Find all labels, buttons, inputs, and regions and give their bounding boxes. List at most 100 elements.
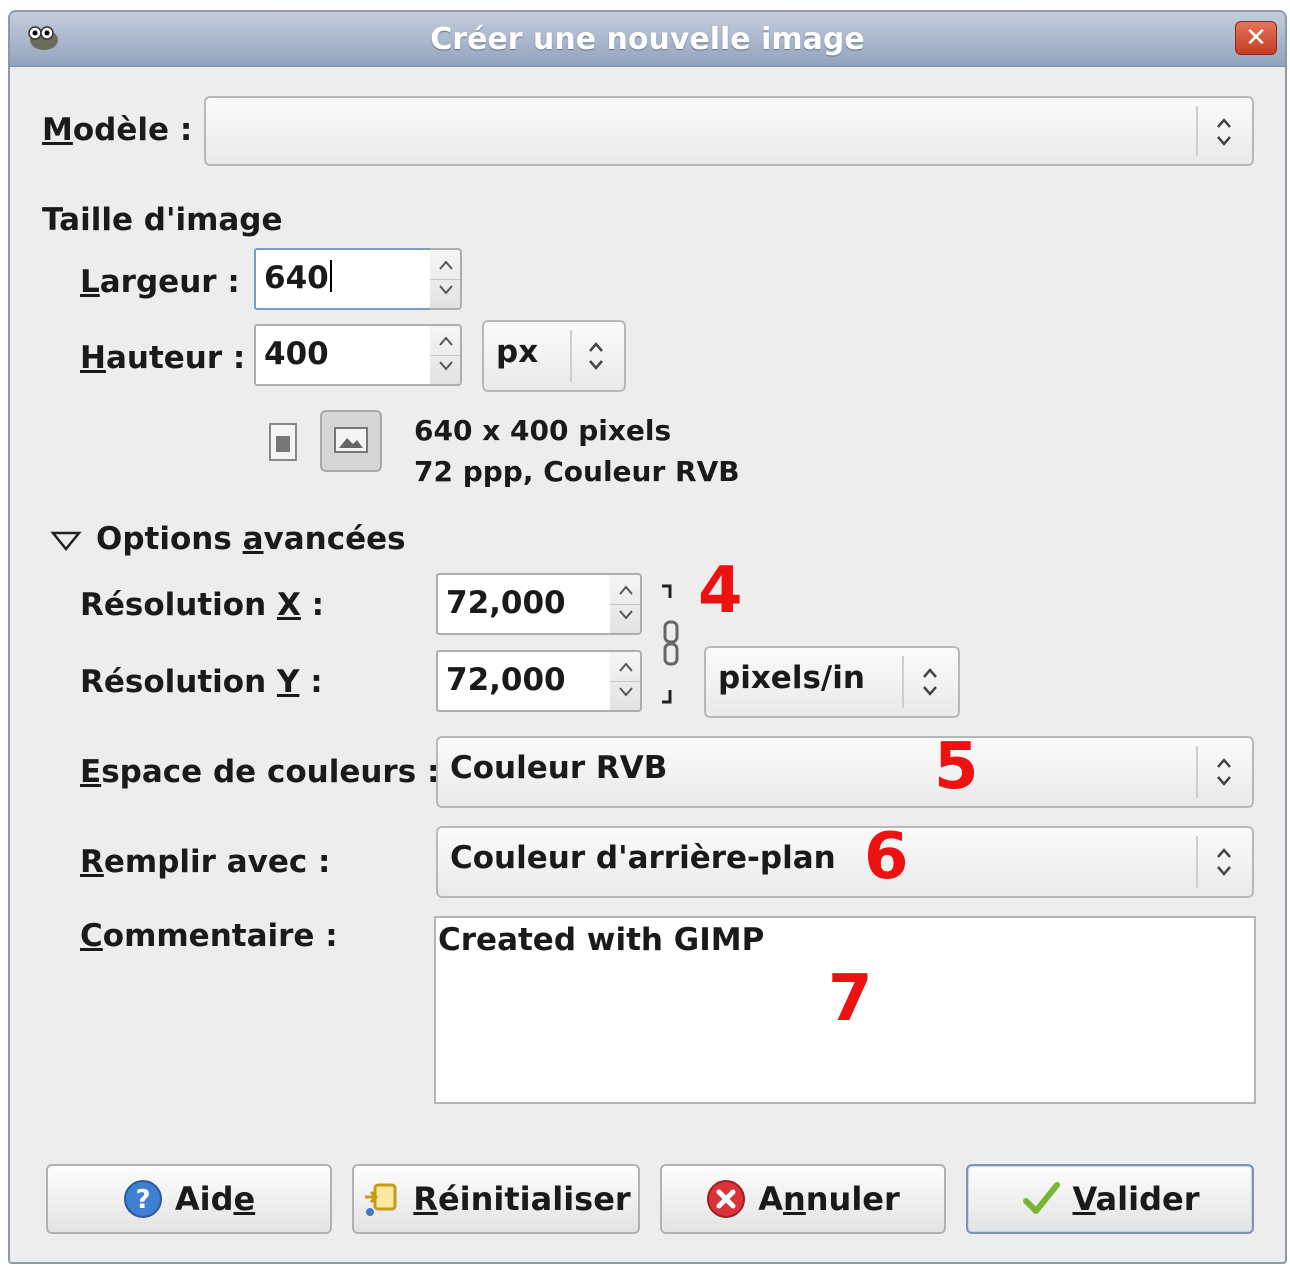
updown-arrows-icon bbox=[923, 668, 937, 696]
colorspace-mnemonic: E bbox=[80, 754, 102, 790]
annotation-6: 6 bbox=[864, 820, 909, 894]
chevron-up-icon bbox=[619, 585, 633, 595]
height-spinner[interactable] bbox=[430, 324, 462, 386]
ok-button[interactable]: Valider bbox=[966, 1164, 1254, 1234]
annotation-7: 7 bbox=[828, 962, 873, 1036]
annotation-5: 5 bbox=[934, 730, 979, 804]
height-spin-down[interactable] bbox=[430, 355, 460, 384]
resolution-x-spinner[interactable] bbox=[610, 573, 642, 635]
help-label-pre: Aid bbox=[174, 1180, 234, 1218]
resolution-y-spinner[interactable] bbox=[610, 650, 642, 712]
height-spin-up[interactable] bbox=[430, 326, 460, 356]
chevron-up-icon bbox=[619, 662, 633, 672]
updown-arrows-icon bbox=[1217, 118, 1231, 146]
chevron-down-icon bbox=[439, 285, 453, 295]
advanced-heading-pre: Options bbox=[96, 521, 243, 557]
width-value-wrap: 640 bbox=[264, 260, 332, 296]
res-y-mnemonic: Y bbox=[276, 664, 300, 700]
height-label-text: auteur : bbox=[105, 340, 246, 376]
res-x-label-post: : bbox=[300, 587, 325, 623]
text-caret bbox=[329, 260, 332, 292]
combo-separator bbox=[902, 656, 904, 708]
size-unit-combo[interactable]: px bbox=[482, 320, 626, 392]
res-x-spin-down[interactable] bbox=[610, 604, 640, 633]
new-image-dialog: Créer une nouvelle image ✕ Modèle : Tail… bbox=[8, 10, 1287, 1264]
width-spin-down[interactable] bbox=[430, 279, 460, 308]
image-size-heading: Taille d'image bbox=[42, 202, 283, 238]
colorspace-label-text: space de couleurs : bbox=[101, 754, 440, 790]
ok-mnemonic: V bbox=[1072, 1180, 1096, 1218]
resolution-y-input[interactable]: 72,000 bbox=[436, 650, 612, 712]
size-info-resolution: 72 ppp, Couleur RVB bbox=[414, 455, 740, 488]
chevron-down-icon bbox=[439, 361, 453, 371]
reset-icon bbox=[365, 1183, 397, 1216]
fill-label: Remplir avec : bbox=[80, 844, 330, 880]
reset-label: Réinitialiser bbox=[413, 1180, 630, 1218]
help-button[interactable]: ? Aide bbox=[46, 1164, 332, 1234]
combo-separator bbox=[1196, 746, 1198, 798]
chevron-down-icon bbox=[619, 610, 633, 620]
height-label: Hauteur : bbox=[80, 340, 245, 376]
advanced-options-expander[interactable]: Options avancées bbox=[96, 521, 406, 557]
close-icon[interactable]: ✕ bbox=[1235, 21, 1277, 55]
annotation-4: 4 bbox=[698, 554, 743, 628]
resolution-x-value: 72,000 bbox=[446, 585, 566, 621]
template-combo[interactable] bbox=[204, 96, 1254, 166]
size-info: 640 x 400 pixels 72 ppp, Couleur RVB bbox=[414, 410, 740, 492]
reset-label-post: éinitialiser bbox=[437, 1180, 631, 1218]
height-value: 400 bbox=[264, 336, 329, 372]
resolution-x-input[interactable]: 72,000 bbox=[436, 573, 612, 635]
updown-arrows-icon bbox=[589, 342, 603, 370]
landscape-button[interactable] bbox=[320, 410, 382, 472]
cancel-label-pre: A bbox=[758, 1180, 783, 1218]
help-icon: ? bbox=[123, 1180, 162, 1218]
cancel-label-post: nuler bbox=[805, 1180, 900, 1218]
res-y-label-post: : bbox=[299, 664, 323, 700]
chevron-down-icon bbox=[619, 687, 633, 697]
width-label: Largeur : bbox=[80, 264, 240, 300]
combo-separator bbox=[1196, 106, 1198, 156]
comment-label-text: ommentaire : bbox=[102, 918, 338, 954]
expander-triangle-icon[interactable] bbox=[50, 530, 82, 552]
resolution-y-label: Résolution Y : bbox=[80, 664, 323, 700]
colorspace-label: Espace de couleurs : bbox=[80, 754, 439, 790]
comment-label: Commentaire : bbox=[80, 918, 338, 954]
resolution-unit-value: pixels/in bbox=[718, 660, 865, 696]
res-x-label-pre: Résolution bbox=[80, 587, 277, 623]
comment-value: Created with GIMP bbox=[438, 922, 765, 958]
template-mnemonic: M bbox=[42, 112, 73, 148]
portrait-icon[interactable] bbox=[266, 422, 302, 464]
colorspace-value: Couleur RVB bbox=[450, 750, 668, 786]
help-mnemonic: e bbox=[233, 1180, 256, 1218]
chain-link-icon[interactable] bbox=[658, 582, 684, 706]
fill-combo[interactable]: Couleur d'arrière-plan bbox=[436, 826, 1254, 898]
resolution-x-label: Résolution X : bbox=[80, 587, 324, 623]
template-label: Modèle : bbox=[42, 112, 192, 148]
height-mnemonic: H bbox=[80, 340, 106, 376]
reset-button[interactable]: Réinitialiser bbox=[352, 1164, 640, 1234]
resolution-y-value: 72,000 bbox=[446, 662, 566, 698]
resolution-unit-combo[interactable]: pixels/in bbox=[704, 646, 960, 718]
cancel-label: Annuler bbox=[758, 1180, 900, 1218]
advanced-mnemonic: a bbox=[242, 521, 264, 557]
landscape-icon bbox=[334, 427, 368, 453]
height-input[interactable]: 400 bbox=[254, 324, 432, 386]
cancel-button[interactable]: Annuler bbox=[660, 1164, 946, 1234]
ok-label: Valider bbox=[1073, 1180, 1200, 1218]
res-x-mnemonic: X bbox=[276, 587, 301, 623]
res-y-spin-up[interactable] bbox=[610, 652, 640, 682]
window-title: Créer une nouvelle image bbox=[430, 22, 865, 57]
width-input[interactable]: 640 bbox=[254, 248, 432, 310]
colorspace-combo[interactable]: Couleur RVB bbox=[436, 736, 1254, 808]
width-spinner[interactable] bbox=[430, 248, 462, 310]
width-spin-up[interactable] bbox=[430, 250, 460, 280]
updown-arrows-icon bbox=[1217, 758, 1231, 786]
title-bar[interactable]: Créer une nouvelle image ✕ bbox=[10, 12, 1285, 67]
res-y-spin-down[interactable] bbox=[610, 681, 640, 710]
cancel-icon bbox=[707, 1180, 746, 1218]
chevron-up-icon bbox=[439, 336, 453, 346]
template-label-text: odèle : bbox=[72, 112, 193, 148]
help-label: Aide bbox=[175, 1180, 255, 1218]
res-x-spin-up[interactable] bbox=[610, 575, 640, 605]
width-value: 640 bbox=[264, 260, 329, 296]
